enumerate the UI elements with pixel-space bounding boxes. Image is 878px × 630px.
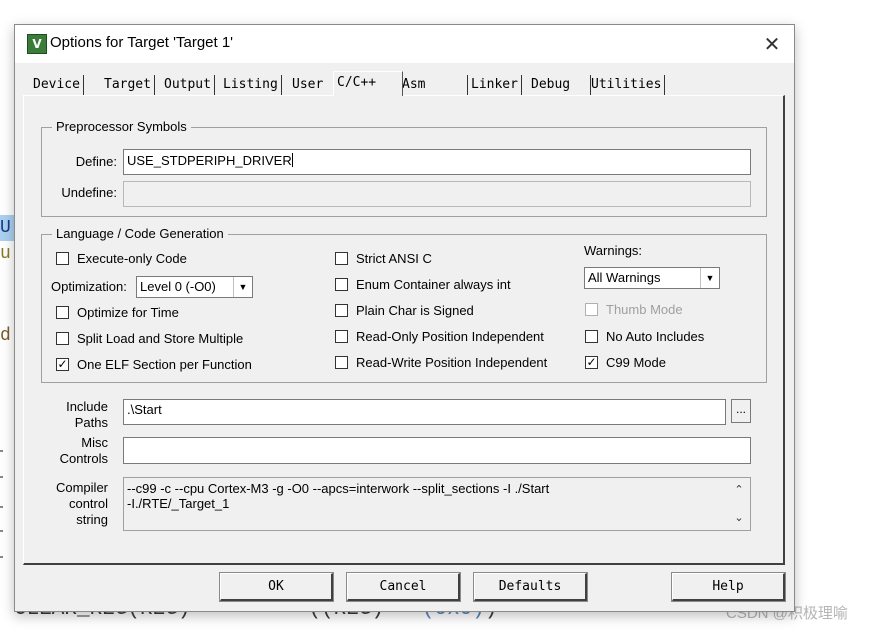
ro-pi-checkbox[interactable] bbox=[335, 330, 348, 343]
strict-ansi-checkbox[interactable] bbox=[335, 252, 348, 265]
tab-asm[interactable]: Asm bbox=[399, 75, 468, 95]
background-code-fragment: d bbox=[0, 326, 11, 346]
tab-utilities[interactable]: Utilities bbox=[588, 75, 666, 95]
c99-mode-label: C99 Mode bbox=[606, 355, 666, 370]
warnings-label: Warnings: bbox=[584, 243, 643, 258]
dialog-title: Options for Target 'Target 1' bbox=[50, 34, 234, 51]
checkmark-icon: ✓ bbox=[57, 357, 68, 371]
text-caret bbox=[291, 153, 293, 167]
compiler-control-string[interactable]: --c99 -c --cpu Cortex-M3 -g -O0 --apcs=i… bbox=[123, 477, 751, 531]
one-elf-label: One ELF Section per Function bbox=[77, 357, 252, 372]
tab-user[interactable]: User bbox=[289, 75, 336, 95]
background-code-dot bbox=[0, 530, 3, 532]
options-dialog: V Options for Target 'Target 1' ✕ Device… bbox=[14, 24, 795, 612]
undefine-label: Undefine: bbox=[61, 185, 117, 200]
optimize-time-label: Optimize for Time bbox=[77, 305, 179, 320]
optimization-value: Level 0 (-O0) bbox=[140, 279, 216, 294]
tab-linker[interactable]: Linker bbox=[468, 75, 522, 95]
tab-output[interactable]: Output bbox=[161, 75, 215, 95]
scroll-down-icon[interactable]: ⌄ bbox=[732, 510, 746, 524]
thumb-mode-checkbox bbox=[585, 303, 598, 316]
background-code-dot bbox=[0, 450, 3, 452]
include-label-line-1: Include bbox=[66, 399, 108, 414]
compiler-label-line-2: control bbox=[68, 496, 108, 511]
c99-mode-checkbox[interactable]: ✓ bbox=[585, 356, 598, 369]
no-auto-includes-checkbox[interactable] bbox=[585, 330, 598, 343]
help-button[interactable]: Help bbox=[671, 572, 786, 602]
thumb-mode-label: Thumb Mode bbox=[606, 302, 683, 317]
compiler-label-line-1: Compiler bbox=[55, 480, 108, 495]
ok-button[interactable]: OK bbox=[219, 572, 334, 602]
cancel-button[interactable]: Cancel bbox=[346, 572, 461, 602]
compiler-string-line-2: -I./RTE/_Target_1 bbox=[127, 496, 230, 511]
defaults-button[interactable]: Defaults bbox=[473, 572, 588, 602]
one-elf-checkbox[interactable]: ✓ bbox=[56, 358, 69, 371]
background-code-fragment: U bbox=[0, 215, 14, 241]
rw-pi-checkbox[interactable] bbox=[335, 356, 348, 369]
enum-container-checkbox[interactable] bbox=[335, 278, 348, 291]
plain-char-checkbox[interactable] bbox=[335, 304, 348, 317]
define-value: USE_STDPERIPH_DRIVER bbox=[127, 153, 292, 168]
include-paths-browse-button[interactable]: ... bbox=[731, 399, 751, 423]
include-label-line-2: Paths bbox=[74, 415, 108, 430]
misc-label-line-2: Controls bbox=[59, 451, 108, 466]
tab-debug[interactable]: Debug bbox=[528, 75, 591, 95]
split-load-label: Split Load and Store Multiple bbox=[77, 331, 244, 346]
rw-pi-label: Read-Write Position Independent bbox=[356, 355, 548, 370]
background-code-dot bbox=[0, 506, 3, 508]
misc-label-line-1: Misc bbox=[81, 435, 108, 450]
optimize-time-checkbox[interactable] bbox=[56, 306, 69, 319]
plain-char-label: Plain Char is Signed bbox=[356, 303, 474, 318]
keil-app-icon: V bbox=[27, 34, 47, 54]
undefine-input[interactable] bbox=[123, 181, 751, 207]
optimization-label: Optimization: bbox=[51, 279, 127, 294]
background-code-fragment: u bbox=[0, 244, 11, 264]
compiler-label-line-3: string bbox=[76, 512, 108, 527]
scroll-up-icon[interactable]: ⌃ bbox=[732, 482, 746, 496]
execute-only-checkbox[interactable] bbox=[56, 252, 69, 265]
close-icon: ✕ bbox=[763, 32, 781, 56]
language-group-title: Language / Code Generation bbox=[52, 226, 228, 241]
background-code-dot bbox=[0, 476, 3, 478]
tab-target[interactable]: Target bbox=[101, 75, 155, 95]
define-input[interactable]: USE_STDPERIPH_DRIVER bbox=[123, 149, 751, 175]
warnings-value: All Warnings bbox=[588, 270, 661, 285]
tab-device[interactable]: Device bbox=[30, 75, 84, 95]
chevron-down-icon: ▼ bbox=[700, 268, 719, 288]
compiler-string-line-1: --c99 -c --cpu Cortex-M3 -g -O0 --apcs=i… bbox=[127, 481, 550, 496]
include-paths-input[interactable]: .\Start bbox=[123, 399, 726, 425]
ro-pi-label: Read-Only Position Independent bbox=[356, 329, 544, 344]
tab-listing[interactable]: Listing bbox=[220, 75, 282, 95]
strict-ansi-label: Strict ANSI C bbox=[356, 251, 432, 266]
enum-container-label: Enum Container always int bbox=[356, 277, 511, 292]
warnings-select[interactable]: All Warnings ▼ bbox=[584, 267, 720, 289]
dialog-titlebar[interactable]: V Options for Target 'Target 1' ✕ bbox=[15, 25, 794, 63]
misc-controls-input[interactable] bbox=[123, 437, 751, 464]
split-load-checkbox[interactable] bbox=[56, 332, 69, 345]
preprocessor-group-title: Preprocessor Symbols bbox=[52, 119, 191, 134]
tab-cc[interactable]: C/C++ bbox=[333, 71, 403, 96]
background-code-dot bbox=[0, 556, 3, 558]
optimization-select[interactable]: Level 0 (-O0) ▼ bbox=[136, 276, 253, 298]
no-auto-includes-label: No Auto Includes bbox=[606, 329, 705, 344]
execute-only-label: Execute-only Code bbox=[77, 251, 187, 266]
close-button[interactable]: ✕ bbox=[756, 29, 788, 59]
checkmark-icon: ✓ bbox=[586, 355, 597, 369]
define-label: Define: bbox=[75, 154, 117, 169]
chevron-down-icon: ▼ bbox=[233, 277, 252, 297]
